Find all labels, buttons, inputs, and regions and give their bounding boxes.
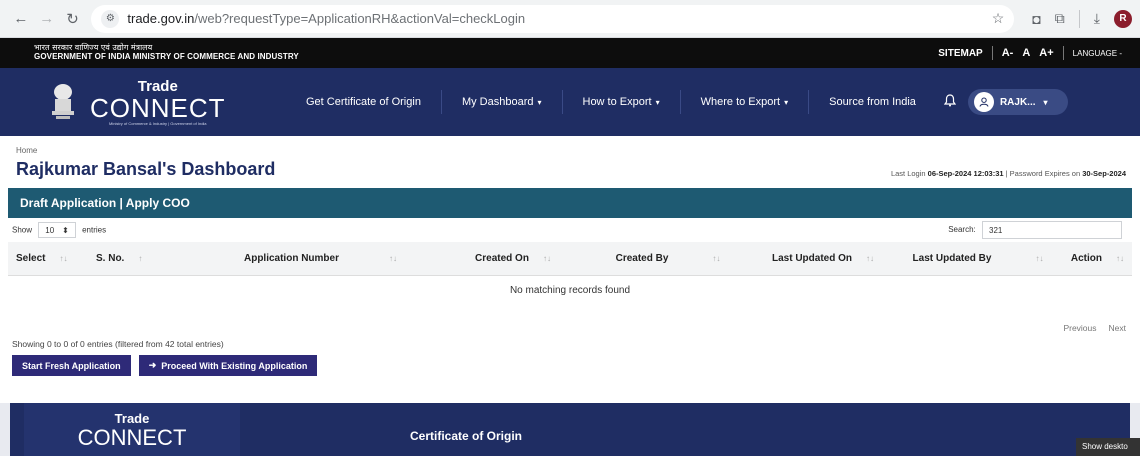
sort-icon: ↑↓ bbox=[866, 253, 874, 263]
caret-down-icon: ▾ bbox=[537, 97, 542, 107]
text-increase-button[interactable]: A+ bbox=[1039, 47, 1053, 59]
brand-main: CONNECT bbox=[90, 93, 226, 123]
address-bar[interactable]: ⚙ trade.gov.in/web?requestType=Applicati… bbox=[91, 4, 1015, 33]
breadcrumb[interactable]: Home bbox=[16, 146, 1132, 155]
previous-page-button[interactable]: Previous bbox=[1063, 323, 1096, 333]
table-info-bar: Showing 0 to 0 of 0 entries (filtered fr… bbox=[8, 305, 1132, 355]
entries-control: Show 10 ⬍ entries bbox=[12, 222, 106, 238]
search-control: Search: 321 bbox=[948, 221, 1122, 239]
utility-links: SITEMAP A- A A+ LANGUAGE - bbox=[938, 46, 1122, 60]
caret-down-icon: ▾ bbox=[655, 97, 660, 107]
ministry-label: भारत सरकार वाणिज्य एवं उद्योग मंत्रालय G… bbox=[34, 43, 299, 62]
nav-item-where-to-export[interactable]: Where to Export ▾ bbox=[681, 90, 810, 114]
user-avatar-icon bbox=[973, 92, 994, 112]
url-path: /web?requestType=ApplicationRH&actionVal… bbox=[194, 11, 526, 26]
brand-text: Trade CONNECT Ministry of Commerce & Ind… bbox=[90, 78, 226, 126]
col-created-by[interactable]: Created By ↑↓ bbox=[593, 242, 743, 276]
select-arrows-icon: ⬍ bbox=[62, 225, 69, 235]
footer-brand-main: CONNECT bbox=[77, 425, 187, 450]
text-decrease-button[interactable]: A- bbox=[1002, 47, 1014, 59]
proceed-existing-application-button[interactable]: ➜ Proceed With Existing Application bbox=[138, 355, 318, 376]
url-host: trade.gov.in bbox=[127, 11, 195, 26]
entries-select[interactable]: 10 ⬍ bbox=[38, 222, 76, 238]
draft-applications-table: Select ↑↓ S. No. ↑ Application Number ↑↓ Cr… bbox=[8, 242, 1132, 305]
back-arrow-icon[interactable]: ← bbox=[8, 6, 34, 32]
nav-item-certificate-of-origin[interactable]: Get Certificate of Origin bbox=[286, 90, 442, 114]
caret-down-icon: ▾ bbox=[1043, 97, 1048, 107]
col-action[interactable]: Action ↑↓ bbox=[1053, 242, 1132, 276]
text-normal-button[interactable]: A bbox=[1022, 47, 1030, 59]
sort-icon: ↑↓ bbox=[1035, 253, 1044, 263]
last-login-info: Last Login 06-Sep-2024 12:03:31 | Passwo… bbox=[890, 169, 1126, 178]
forward-arrow-icon[interactable]: → bbox=[34, 6, 60, 32]
user-menu-button[interactable]: RAJK... ▾ bbox=[967, 89, 1068, 115]
site-settings-icon[interactable]: ⚙ bbox=[101, 9, 120, 28]
browser-toolbar: ← → ↻ ⚙ trade.gov.in/web?requestType=App… bbox=[0, 0, 1140, 38]
empty-table-message: No matching records found bbox=[509, 284, 631, 296]
search-input[interactable]: 321 bbox=[982, 221, 1122, 239]
download-icon[interactable]: ⤓ bbox=[1094, 10, 1100, 27]
sort-icon: ↑↓ bbox=[712, 253, 721, 263]
table-info-text: Showing 0 to 0 of 0 entries (filtered fr… bbox=[12, 339, 224, 349]
bookmark-star-icon[interactable]: ☆ bbox=[992, 10, 1005, 27]
sort-icon: ↑↓ bbox=[59, 253, 68, 263]
sitemap-link[interactable]: SITEMAP bbox=[938, 48, 982, 59]
nav-right: RAJK... ▾ bbox=[943, 89, 1068, 115]
footer-brand-top: Trade bbox=[114, 411, 150, 426]
panel-heading: Draft Application | Apply COO bbox=[8, 188, 1132, 218]
caret-down-icon: ▾ bbox=[784, 97, 789, 107]
table-controls: Show 10 ⬍ entries Search: 321 bbox=[8, 218, 1132, 242]
sort-icon: ↑↓ bbox=[1116, 253, 1124, 263]
user-name: RAJK... bbox=[999, 96, 1036, 108]
col-last-updated-by[interactable]: Last Updated By ↑↓ bbox=[903, 242, 1053, 276]
camera-icon[interactable]: ◘ bbox=[1032, 11, 1040, 27]
desktop-site-toast[interactable]: Show deskto bbox=[1076, 438, 1140, 456]
extensions-icon[interactable]: ⧉ bbox=[1055, 10, 1065, 27]
title-row: Rajkumar Bansal's Dashboard Last Login 0… bbox=[16, 159, 1126, 180]
footer-inner: Trade CONNECT Certificate of Origin bbox=[10, 403, 1130, 456]
brand-sub: Ministry of Commerce & Industry | Govern… bbox=[109, 121, 207, 126]
col-last-updated-on[interactable]: Last Updated On ↑↓ bbox=[743, 242, 903, 276]
start-fresh-application-button[interactable]: Start Fresh Application bbox=[12, 355, 131, 376]
action-buttons: Start Fresh Application ➜ Proceed With Ex… bbox=[8, 355, 1132, 378]
col-application-number[interactable]: Application Number ↑↓ bbox=[208, 242, 433, 276]
nav-item-my-dashboard[interactable]: My Dashboard ▾ bbox=[442, 90, 563, 114]
nav-item-source-from-india[interactable]: Source from India bbox=[809, 90, 936, 114]
col-created-on[interactable]: Created On ↑↓ bbox=[433, 242, 593, 276]
nav-item-how-to-export[interactable]: How to Export ▾ bbox=[563, 90, 681, 114]
util-divider bbox=[991, 46, 993, 60]
reload-icon[interactable]: ↻ bbox=[60, 6, 86, 32]
page-title: Rajkumar Bansal's Dashboard bbox=[16, 159, 276, 179]
notification-bell-icon[interactable] bbox=[943, 94, 957, 110]
last-login-value: 06-Sep-2024 12:03:31 bbox=[927, 169, 1004, 178]
main-content: Home Rajkumar Bansal's Dashboard Last Lo… bbox=[0, 146, 1140, 378]
sort-icon: ↑↓ bbox=[542, 253, 551, 263]
national-emblem-icon bbox=[46, 80, 80, 124]
ministry-english: GOVERNMENT OF INDIA MINISTRY OF COMMERCE… bbox=[34, 52, 299, 61]
table-header-row: Select ↑↓ S. No. ↑ Application Number ↑↓ Cr… bbox=[8, 242, 1132, 276]
nav-menu: Get Certificate of Origin My Dashboard ▾ … bbox=[286, 90, 936, 114]
footer: Trade CONNECT Certificate of Origin Show… bbox=[0, 403, 1140, 456]
util-divider bbox=[1062, 46, 1064, 60]
language-dropdown[interactable]: LANGUAGE - bbox=[1073, 49, 1122, 58]
main-navigation: Trade CONNECT Ministry of Commerce & Ind… bbox=[0, 68, 1140, 136]
footer-logo[interactable]: Trade CONNECT bbox=[24, 403, 240, 456]
password-expiry-value: 30-Sep-2024 bbox=[1082, 169, 1126, 178]
trade-connect-logo[interactable]: Trade CONNECT Ministry of Commerce & Ind… bbox=[46, 78, 286, 126]
pagination: Previous Next bbox=[1063, 323, 1126, 333]
footer-section-title: Certificate of Origin bbox=[410, 429, 523, 443]
arrow-right-icon: ➜ bbox=[148, 360, 157, 370]
profile-avatar[interactable]: R bbox=[1114, 9, 1132, 28]
sort-icon: ↑↓ bbox=[389, 253, 397, 263]
sort-icon: ↑ bbox=[138, 253, 143, 263]
col-select[interactable]: Select ↑↓ bbox=[8, 242, 88, 276]
government-bar: भारत सरकार वाणिज्य एवं उद्योग मंत्रालय G… bbox=[0, 38, 1140, 68]
table-row: No matching records found bbox=[8, 275, 1132, 305]
next-page-button[interactable]: Next bbox=[1109, 323, 1126, 333]
toolbar-divider bbox=[1078, 9, 1080, 28]
col-serial[interactable]: S. No. ↑ bbox=[88, 242, 208, 276]
